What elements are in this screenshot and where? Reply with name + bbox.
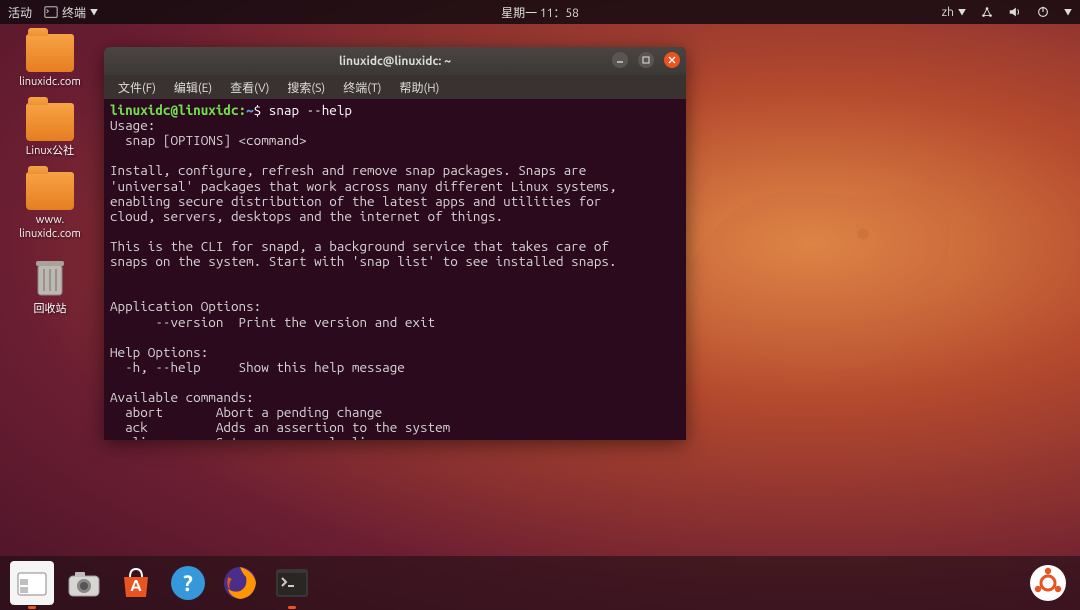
show-applications-button[interactable]: [1026, 561, 1070, 605]
desktop-icon-label: 回收站: [34, 303, 67, 316]
window-titlebar[interactable]: linuxidc@linuxidc: ~: [104, 47, 686, 75]
desktop-icons: linuxidc.com Linux公社 www. linuxidc.com 回…: [10, 30, 90, 320]
minimize-button[interactable]: [612, 52, 628, 68]
desktop-icon-label: www. linuxidc.com: [19, 214, 81, 240]
app-menu-label: 终端: [62, 4, 86, 21]
trash-icon: [30, 255, 70, 299]
terminal-window: linuxidc@linuxidc: ~ 文件(F) 编辑(E) 查看(V) 搜…: [104, 47, 686, 440]
dock: A ?: [0, 556, 1080, 610]
desktop-icon-label: Linux公社: [26, 145, 74, 158]
dock-terminal[interactable]: [270, 561, 314, 605]
chevron-down-icon[interactable]: ▼: [1064, 7, 1072, 18]
activities-button[interactable]: 活动: [8, 4, 32, 21]
chevron-down-icon: ▼: [90, 7, 98, 18]
terminal-menubar: 文件(F) 编辑(E) 查看(V) 搜索(S) 终端(T) 帮助(H): [104, 75, 686, 99]
network-icon[interactable]: [980, 5, 994, 19]
svg-text:A: A: [130, 577, 142, 595]
close-icon: [668, 56, 676, 64]
firefox-icon: [220, 563, 260, 603]
desktop-folder-linuxidc[interactable]: linuxidc.com: [10, 30, 90, 93]
terminal-body[interactable]: linuxidc@linuxidc:~$ snap --help Usage: …: [104, 99, 686, 440]
maximize-icon: [642, 56, 650, 64]
top-bar: 活动 终端 ▼ 星期一 11：58 zh ▼ ▼: [0, 0, 1080, 24]
power-icon[interactable]: [1036, 5, 1050, 19]
terminal-icon: [272, 563, 312, 603]
volume-icon[interactable]: [1008, 5, 1022, 19]
folder-icon: [26, 34, 74, 72]
menu-edit[interactable]: 编辑(E): [166, 76, 220, 99]
shopping-bag-icon: A: [116, 563, 156, 603]
menu-search[interactable]: 搜索(S): [279, 76, 333, 99]
prompt-path: ~: [246, 102, 254, 118]
terminal-icon: [44, 5, 58, 19]
chevron-down-icon: ▼: [958, 7, 966, 18]
folder-icon: [26, 172, 74, 210]
ubuntu-logo-icon: [1028, 563, 1068, 603]
input-method-indicator[interactable]: zh ▼: [942, 6, 966, 19]
menu-help[interactable]: 帮助(H): [391, 76, 447, 99]
desktop-folder-linux-gongshe[interactable]: Linux公社: [10, 99, 90, 162]
desktop-folder-www-linuxidc[interactable]: www. linuxidc.com: [10, 168, 90, 244]
menu-view[interactable]: 查看(V): [222, 76, 277, 99]
prompt-user: linuxidc@linuxidc: [110, 102, 239, 118]
desktop-trash[interactable]: 回收站: [10, 251, 90, 320]
wallpaper-bird: [640, 80, 1020, 460]
menu-terminal[interactable]: 终端(T): [335, 76, 389, 99]
folder-icon: [26, 103, 74, 141]
window-title: linuxidc@linuxidc: ~: [339, 55, 451, 68]
clock[interactable]: 星期一 11：58: [501, 4, 579, 21]
dock-screenshot[interactable]: [62, 561, 106, 605]
svg-text:?: ?: [183, 571, 193, 596]
camera-icon: [65, 564, 103, 602]
close-button[interactable]: [664, 52, 680, 68]
menu-file[interactable]: 文件(F): [110, 76, 164, 99]
desktop-icon-label: linuxidc.com: [19, 76, 81, 89]
dock-file-manager[interactable]: [10, 561, 54, 605]
input-method-label: zh: [942, 6, 954, 19]
app-menu[interactable]: 终端 ▼: [44, 4, 98, 21]
minimize-icon: [616, 56, 624, 64]
dock-help[interactable]: ?: [166, 561, 210, 605]
dock-ubuntu-software[interactable]: A: [114, 561, 158, 605]
terminal-output: Usage: snap [OPTIONS] <command> Install,…: [110, 117, 617, 440]
help-icon: ?: [168, 563, 208, 603]
maximize-button[interactable]: [638, 52, 654, 68]
file-manager-icon: [14, 565, 50, 601]
command-text: snap --help: [269, 102, 352, 118]
dock-firefox[interactable]: [218, 561, 262, 605]
